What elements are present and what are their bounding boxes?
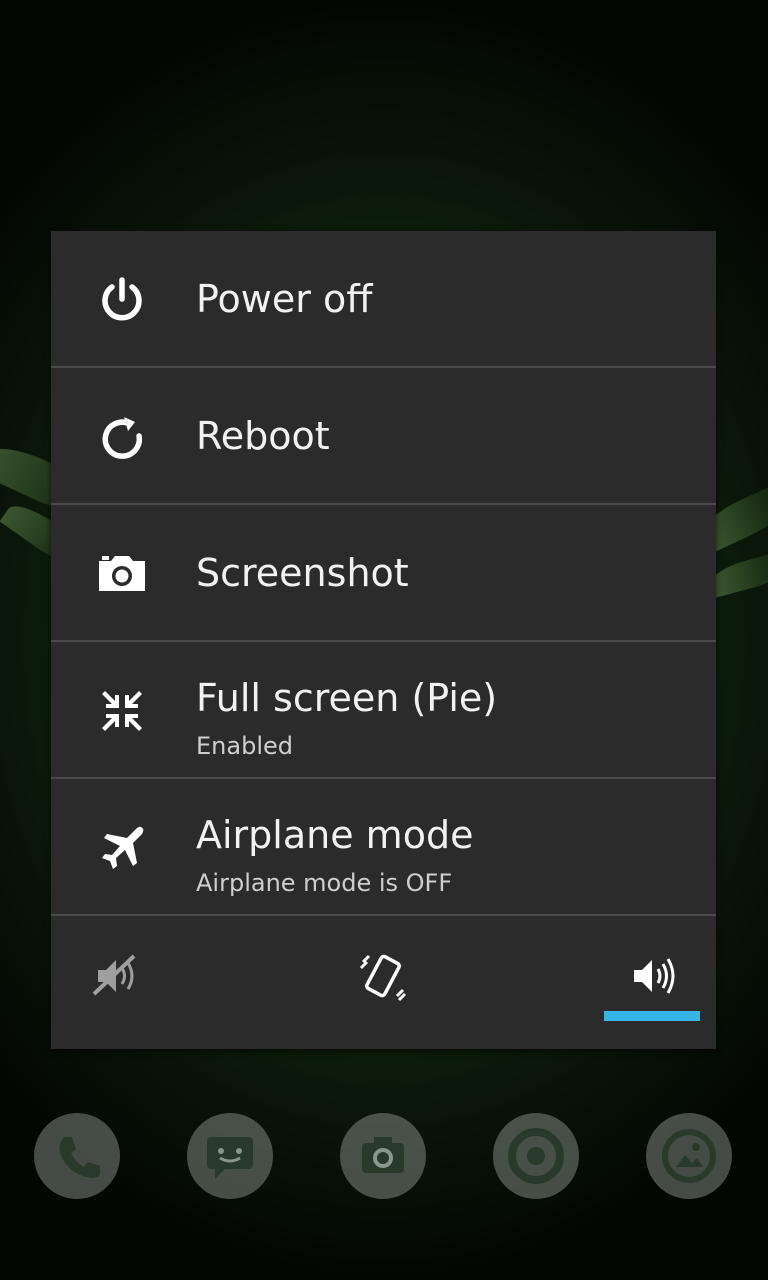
power-off-label: Power off <box>196 277 373 321</box>
fullscreen-pie-item[interactable]: Full screen (Pie) Enabled <box>51 642 716 779</box>
silent-mode-icon[interactable] <box>86 946 146 1006</box>
reboot-item[interactable]: Reboot <box>51 368 716 505</box>
phone-icon <box>34 1113 120 1199</box>
messaging-icon <box>187 1113 273 1199</box>
reboot-icon <box>97 412 147 462</box>
sound-on-icon[interactable] <box>622 946 682 1006</box>
airplane-mode-item[interactable]: Airplane mode Airplane mode is OFF <box>51 779 716 916</box>
browser-icon <box>493 1113 579 1199</box>
gallery-icon <box>646 1113 732 1199</box>
fullscreen-pie-label: Full screen (Pie) <box>196 676 498 720</box>
power-icon <box>97 275 147 325</box>
fullscreen-exit-icon <box>97 686 147 736</box>
global-actions-dialog: Power off Reboot Screenshot Full screen … <box>51 231 716 1049</box>
screenshot-label: Screenshot <box>196 551 409 595</box>
power-off-item[interactable]: Power off <box>51 231 716 368</box>
screenshot-item[interactable]: Screenshot <box>51 505 716 642</box>
vibrate-mode-icon[interactable] <box>353 946 413 1006</box>
camera-icon <box>97 549 147 599</box>
reboot-label: Reboot <box>196 414 330 458</box>
airplane-mode-status: Airplane mode is OFF <box>196 869 453 897</box>
camera-app-icon <box>340 1113 426 1199</box>
airplane-mode-label: Airplane mode <box>196 813 474 857</box>
selected-mode-indicator <box>604 1011 700 1021</box>
fullscreen-pie-status: Enabled <box>196 732 293 760</box>
airplane-icon <box>97 823 147 873</box>
sound-mode-selector <box>51 916 716 1044</box>
